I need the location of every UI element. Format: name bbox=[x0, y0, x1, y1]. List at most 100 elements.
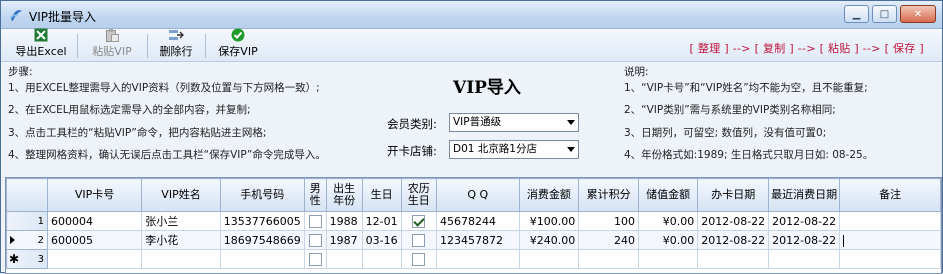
year-cell[interactable] bbox=[325, 249, 363, 269]
column-header[interactable]: 农历生日 bbox=[400, 178, 438, 212]
qq-cell[interactable]: 45678244 bbox=[436, 211, 520, 231]
birthday-cell[interactable] bbox=[361, 249, 402, 269]
lunar-cell[interactable] bbox=[400, 230, 438, 250]
paste-vip-button[interactable]: 粘贴VIP bbox=[83, 28, 141, 61]
excel-icon bbox=[33, 28, 49, 42]
save-vip-label: 保存VIP bbox=[218, 45, 258, 58]
lunar-checkbox[interactable] bbox=[412, 233, 426, 247]
column-header[interactable]: 手机号码 bbox=[219, 178, 305, 212]
store-label: 开卡店铺: bbox=[387, 144, 437, 158]
points-cell[interactable]: 240 bbox=[578, 230, 640, 250]
column-header[interactable]: VIP卡号 bbox=[46, 178, 143, 212]
male-cell[interactable] bbox=[303, 249, 327, 269]
column-header[interactable]: 出生年份 bbox=[325, 178, 363, 212]
minimize-icon: ▁ bbox=[852, 8, 861, 20]
store-select[interactable]: D01 北京路1分店 bbox=[449, 140, 579, 159]
column-header[interactable]: 储值金额 bbox=[638, 178, 699, 212]
new-row[interactable]: ✱ 3 bbox=[6, 249, 941, 269]
last-date-cell[interactable]: 2012-08-22 bbox=[768, 230, 841, 250]
qq-cell[interactable]: 123457872 bbox=[436, 230, 520, 250]
table-row[interactable]: 1 600004 张小兰 13537766005 1988 12-01 4567… bbox=[6, 211, 941, 231]
save-vip-button[interactable]: 保存VIP bbox=[211, 28, 265, 61]
male-checkbox[interactable] bbox=[308, 233, 322, 247]
delete-row-button[interactable]: 删除行 bbox=[153, 30, 199, 61]
amount-cell[interactable]: ¥100.00 bbox=[518, 211, 580, 231]
year-cell[interactable]: 1988 bbox=[325, 211, 363, 231]
card-cell[interactable]: 600005 bbox=[46, 230, 143, 250]
chevron-down-icon bbox=[567, 147, 575, 152]
column-header[interactable]: VIP姓名 bbox=[141, 178, 221, 212]
open-date-cell[interactable]: 2012-08-22 bbox=[697, 230, 770, 250]
male-checkbox[interactable] bbox=[308, 252, 322, 266]
window-title: VIP批量导入 bbox=[29, 10, 96, 24]
column-header[interactable]: 最近消费日期 bbox=[768, 178, 841, 212]
stored-cell[interactable]: ¥0.00 bbox=[638, 211, 699, 231]
toolbar-separator bbox=[147, 34, 148, 58]
note-item: 4、年份格式如:1989; 生日格式只取月日如: 08-25。 bbox=[624, 149, 874, 161]
row-number: 2 bbox=[37, 234, 44, 246]
info-panel: 步骤: 1、用EXCEL整理需导入的VIP资料（列数及位置与下方网格一致）; 2… bbox=[1, 63, 942, 176]
card-cell[interactable]: 600004 bbox=[46, 211, 143, 231]
row-header[interactable]: 1 bbox=[6, 211, 48, 231]
lunar-checkbox[interactable] bbox=[412, 252, 426, 266]
close-icon: ✕ bbox=[913, 8, 923, 20]
name-cell[interactable]: 李小花 bbox=[141, 230, 221, 250]
column-header[interactable]: 生日 bbox=[361, 178, 402, 212]
male-cell[interactable] bbox=[303, 230, 327, 250]
card-cell[interactable] bbox=[46, 249, 143, 269]
name-cell[interactable]: 张小兰 bbox=[141, 211, 221, 231]
title-bar: VIP批量导入 ▁ □ ✕ bbox=[1, 1, 942, 29]
remark-cell[interactable] bbox=[839, 211, 941, 231]
row-header[interactable]: 2 bbox=[6, 230, 48, 250]
export-excel-button[interactable]: 导出Excel bbox=[11, 28, 71, 61]
corner-header[interactable] bbox=[6, 178, 48, 212]
column-header[interactable]: 男性 bbox=[303, 178, 327, 212]
row-header[interactable]: ✱ 3 bbox=[6, 249, 48, 269]
column-header[interactable]: 备注 bbox=[839, 178, 941, 212]
male-cell[interactable] bbox=[303, 211, 327, 231]
paste-icon bbox=[104, 28, 120, 42]
stored-cell[interactable] bbox=[638, 249, 699, 269]
lunar-cell[interactable] bbox=[400, 211, 438, 231]
column-header[interactable]: 累计积分 bbox=[578, 178, 640, 212]
column-header[interactable]: Q Q bbox=[436, 178, 520, 212]
remark-cell[interactable] bbox=[839, 230, 941, 250]
vip-import-window: VIP批量导入 ▁ □ ✕ 导出Excel 粘贴VIP 删除行 保存VIP [ … bbox=[0, 0, 943, 274]
close-button[interactable]: ✕ bbox=[900, 5, 936, 23]
phone-cell[interactable]: 18697548669 bbox=[219, 230, 305, 250]
notes-heading: 说明: bbox=[624, 66, 649, 78]
lunar-cell[interactable] bbox=[400, 249, 438, 269]
export-excel-label: 导出Excel bbox=[15, 45, 67, 58]
phone-cell[interactable] bbox=[219, 249, 305, 269]
column-header[interactable]: 办卡日期 bbox=[697, 178, 770, 212]
last-date-cell[interactable]: 2012-08-22 bbox=[768, 211, 841, 231]
phone-cell[interactable]: 13537766005 bbox=[219, 211, 305, 231]
name-cell[interactable] bbox=[141, 249, 221, 269]
birthday-cell[interactable]: 12-01 bbox=[361, 211, 402, 231]
vip-table: VIP卡号 VIP姓名 手机号码 男性 出生年份 生日 农历生日 Q Q 消费金… bbox=[6, 178, 941, 269]
minimize-button[interactable]: ▁ bbox=[844, 5, 869, 23]
year-cell[interactable]: 1987 bbox=[325, 230, 363, 250]
stored-cell[interactable]: ¥0.00 bbox=[638, 230, 699, 250]
open-date-cell[interactable]: 2012-08-22 bbox=[697, 211, 770, 231]
qq-cell[interactable] bbox=[436, 249, 520, 269]
points-cell[interactable]: 100 bbox=[578, 211, 640, 231]
male-checkbox[interactable] bbox=[308, 214, 322, 228]
amount-cell[interactable] bbox=[518, 249, 580, 269]
last-date-cell[interactable] bbox=[768, 249, 841, 269]
row-number: 3 bbox=[37, 253, 44, 265]
column-header[interactable]: 消费金额 bbox=[518, 178, 580, 212]
remark-cell[interactable] bbox=[839, 249, 941, 269]
notes-section: 说明: 1、“VIP卡号”和“VIP姓名”均不能为空，且不能重复; 2、“VIP… bbox=[624, 65, 873, 164]
table-row[interactable]: 2 600005 李小花 18697548669 1987 03-16 1234… bbox=[6, 230, 941, 250]
page-title: VIP导入 bbox=[453, 78, 521, 98]
member-type-select[interactable]: VIP普通级 bbox=[449, 113, 579, 132]
amount-cell[interactable]: ¥240.00 bbox=[518, 230, 580, 250]
points-cell[interactable] bbox=[578, 249, 640, 269]
new-row-star-icon: ✱ bbox=[9, 252, 20, 266]
birthday-cell[interactable]: 03-16 bbox=[361, 230, 402, 250]
vip-data-grid[interactable]: VIP卡号 VIP姓名 手机号码 男性 出生年份 生日 农历生日 Q Q 消费金… bbox=[5, 177, 942, 274]
maximize-button[interactable]: □ bbox=[872, 5, 897, 23]
lunar-checkbox[interactable] bbox=[412, 214, 426, 228]
open-date-cell[interactable] bbox=[697, 249, 770, 269]
